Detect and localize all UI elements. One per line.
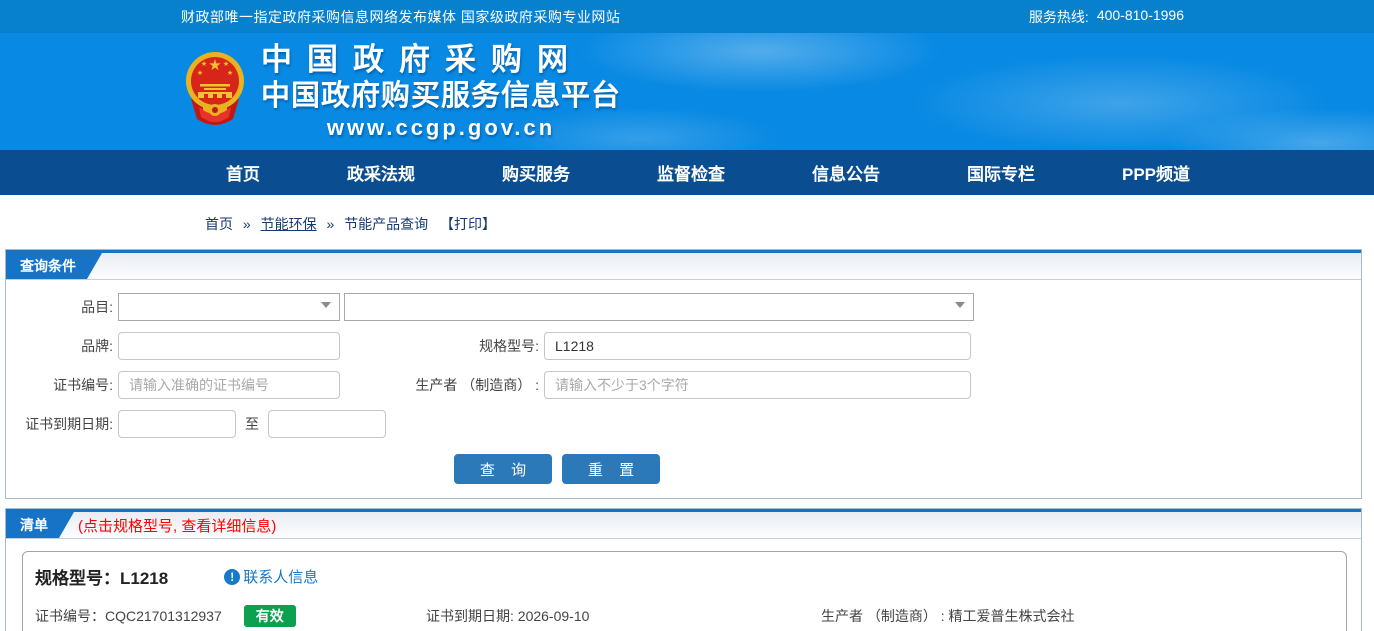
site-header: ★ ★ ★ ★ ★ 中国政府采购网 中国政府购买服务信息平台 www.ccgp.… [0,33,1374,150]
top-bar: 财政部唯一指定政府采购信息网络发布媒体 国家级政府采购专业网站 服务热线: 40… [0,0,1374,33]
date-range-to-label: 至 [245,416,259,432]
result-model-title[interactable]: 规格型号：L1218 [35,564,168,589]
breadcrumb-current-page: 节能产品查询 [344,216,429,232]
nav-item-supervision[interactable]: 监督检查 [657,160,725,185]
contact-info-label: 联系人信息 [243,569,319,586]
list-panel-tab: 清单 [6,512,74,538]
brand-input[interactable] [118,332,340,360]
result-details-grid: 证书编号：CQC21701312937 有效 证书到期日期: 2026-09-1… [35,605,1334,631]
nav-item-home[interactable]: 首页 [226,160,260,185]
site-url: www.ccgp.gov.cn [326,115,556,140]
nav-item-purchase-services[interactable]: 购买服务 [502,160,570,185]
svg-text:★: ★ [208,57,221,74]
breadcrumb: 首页 » 节能环保 » 节能产品查询 【打印】 [0,195,1374,249]
chevron-down-icon [321,302,331,308]
query-conditions-panel: 查询条件 品目: 品牌: 规格型号: 证书编号: 生产者 （制造商） : 证书到… [5,249,1362,499]
form-row-cert-manufacturer: 证书编号: 生产者 （制造商） : [6,371,1361,399]
cert-no-label: 证书编号: [53,377,113,393]
result-cert-no: 证书编号：CQC21701312937 [35,608,222,624]
print-link[interactable]: 【打印】 [440,216,496,232]
form-buttons: 查 询 重 置 [454,454,1361,484]
query-panel-header: 查询条件 [6,250,1361,280]
breadcrumb-separator: » [326,216,335,232]
site-title: 中国政府采购网 中国政府购买服务信息平台 www.ccgp.gov.cn [261,41,621,142]
result-cert-cell: 证书编号：CQC21701312937 有效 [35,605,426,627]
svg-text:★: ★ [227,69,233,77]
breadcrumb-home[interactable]: 首页 [205,216,233,232]
nav-item-ppp-channel[interactable]: PPP频道 [1122,160,1190,185]
list-panel-hint: (点击规格型号, 查看详细信息) [78,517,277,535]
query-form: 品目: 品牌: 规格型号: 证书编号: 生产者 （制造商） : 证书到期日期: … [6,280,1361,498]
nav-item-international[interactable]: 国际专栏 [967,160,1035,185]
site-title-main: 中国政府采购网 [261,42,583,77]
search-button[interactable]: 查 询 [454,454,552,484]
national-emblem-icon: ★ ★ ★ ★ ★ [186,52,244,125]
info-icon: ! [224,568,241,585]
breadcrumb-separator: » [242,216,251,232]
category-select-primary[interactable] [118,293,340,321]
hotline-label: 服务热线: [1028,8,1089,25]
svg-text:★: ★ [197,69,203,77]
manufacturer-label: 生产者 （制造商） : [415,377,539,393]
svg-text:★: ★ [201,60,207,68]
hotline-number: 400-810-1996 [1096,6,1184,23]
model-input[interactable] [544,332,971,360]
result-card: 规格型号：L1218 ! 联系人信息 证书编号：CQC21701312937 有… [22,551,1347,631]
model-label: 规格型号: [479,338,539,354]
service-hotline: 服务热线: 400-810-1996 [1029,7,1184,27]
svg-text:★: ★ [223,60,229,68]
reset-button[interactable]: 重 置 [562,454,660,484]
list-panel-header: 清单 (点击规格型号, 查看详细信息) [6,509,1361,539]
cert-no-input[interactable] [118,371,340,399]
form-row-brand-model: 品牌: 规格型号: [6,332,1361,360]
cert-expiry-label: 证书到期日期: [25,416,113,432]
contact-info-link[interactable]: ! 联系人信息 [224,566,318,587]
site-slogan: 财政部唯一指定政府采购信息网络发布媒体 国家级政府采购专业网站 [181,8,621,25]
results-list-panel: 清单 (点击规格型号, 查看详细信息) 规格型号：L1218 ! 联系人信息 证… [5,508,1362,631]
expiry-date-from-input[interactable] [118,410,236,438]
form-row-category: 品目: [6,293,1361,321]
result-manufacturer: 生产者 （制造商） : 精工爱普生株式会社 [821,608,1075,624]
nav-item-announcements[interactable]: 信息公告 [812,160,880,185]
site-title-sub: 中国政府购买服务信息平台 [261,80,622,112]
panel-gap [0,499,1374,508]
result-expiry: 证书到期日期: 2026-09-10 [426,608,590,624]
manufacturer-input[interactable] [544,371,971,399]
nav-item-regulations[interactable]: 政采法规 [347,160,415,185]
form-row-expiry-dates: 证书到期日期: 至 [6,410,1361,438]
category-label: 品目: [81,299,113,315]
result-title-row: 规格型号：L1218 ! 联系人信息 [35,564,1334,589]
chevron-down-icon [955,302,965,308]
expiry-date-to-input[interactable] [268,410,386,438]
breadcrumb-section[interactable]: 节能环保 [261,216,317,232]
main-nav: 首页 政采法规 购买服务 监督检查 信息公告 国际专栏 PPP频道 [0,150,1374,195]
query-panel-tab: 查询条件 [6,253,102,279]
status-badge: 有效 [243,605,296,627]
brand-label: 品牌: [81,338,113,354]
category-select-secondary[interactable] [344,293,974,321]
site-brand[interactable]: ★ ★ ★ ★ ★ 中国政府采购网 中国政府购买服务信息平台 www.ccgp.… [183,41,621,142]
